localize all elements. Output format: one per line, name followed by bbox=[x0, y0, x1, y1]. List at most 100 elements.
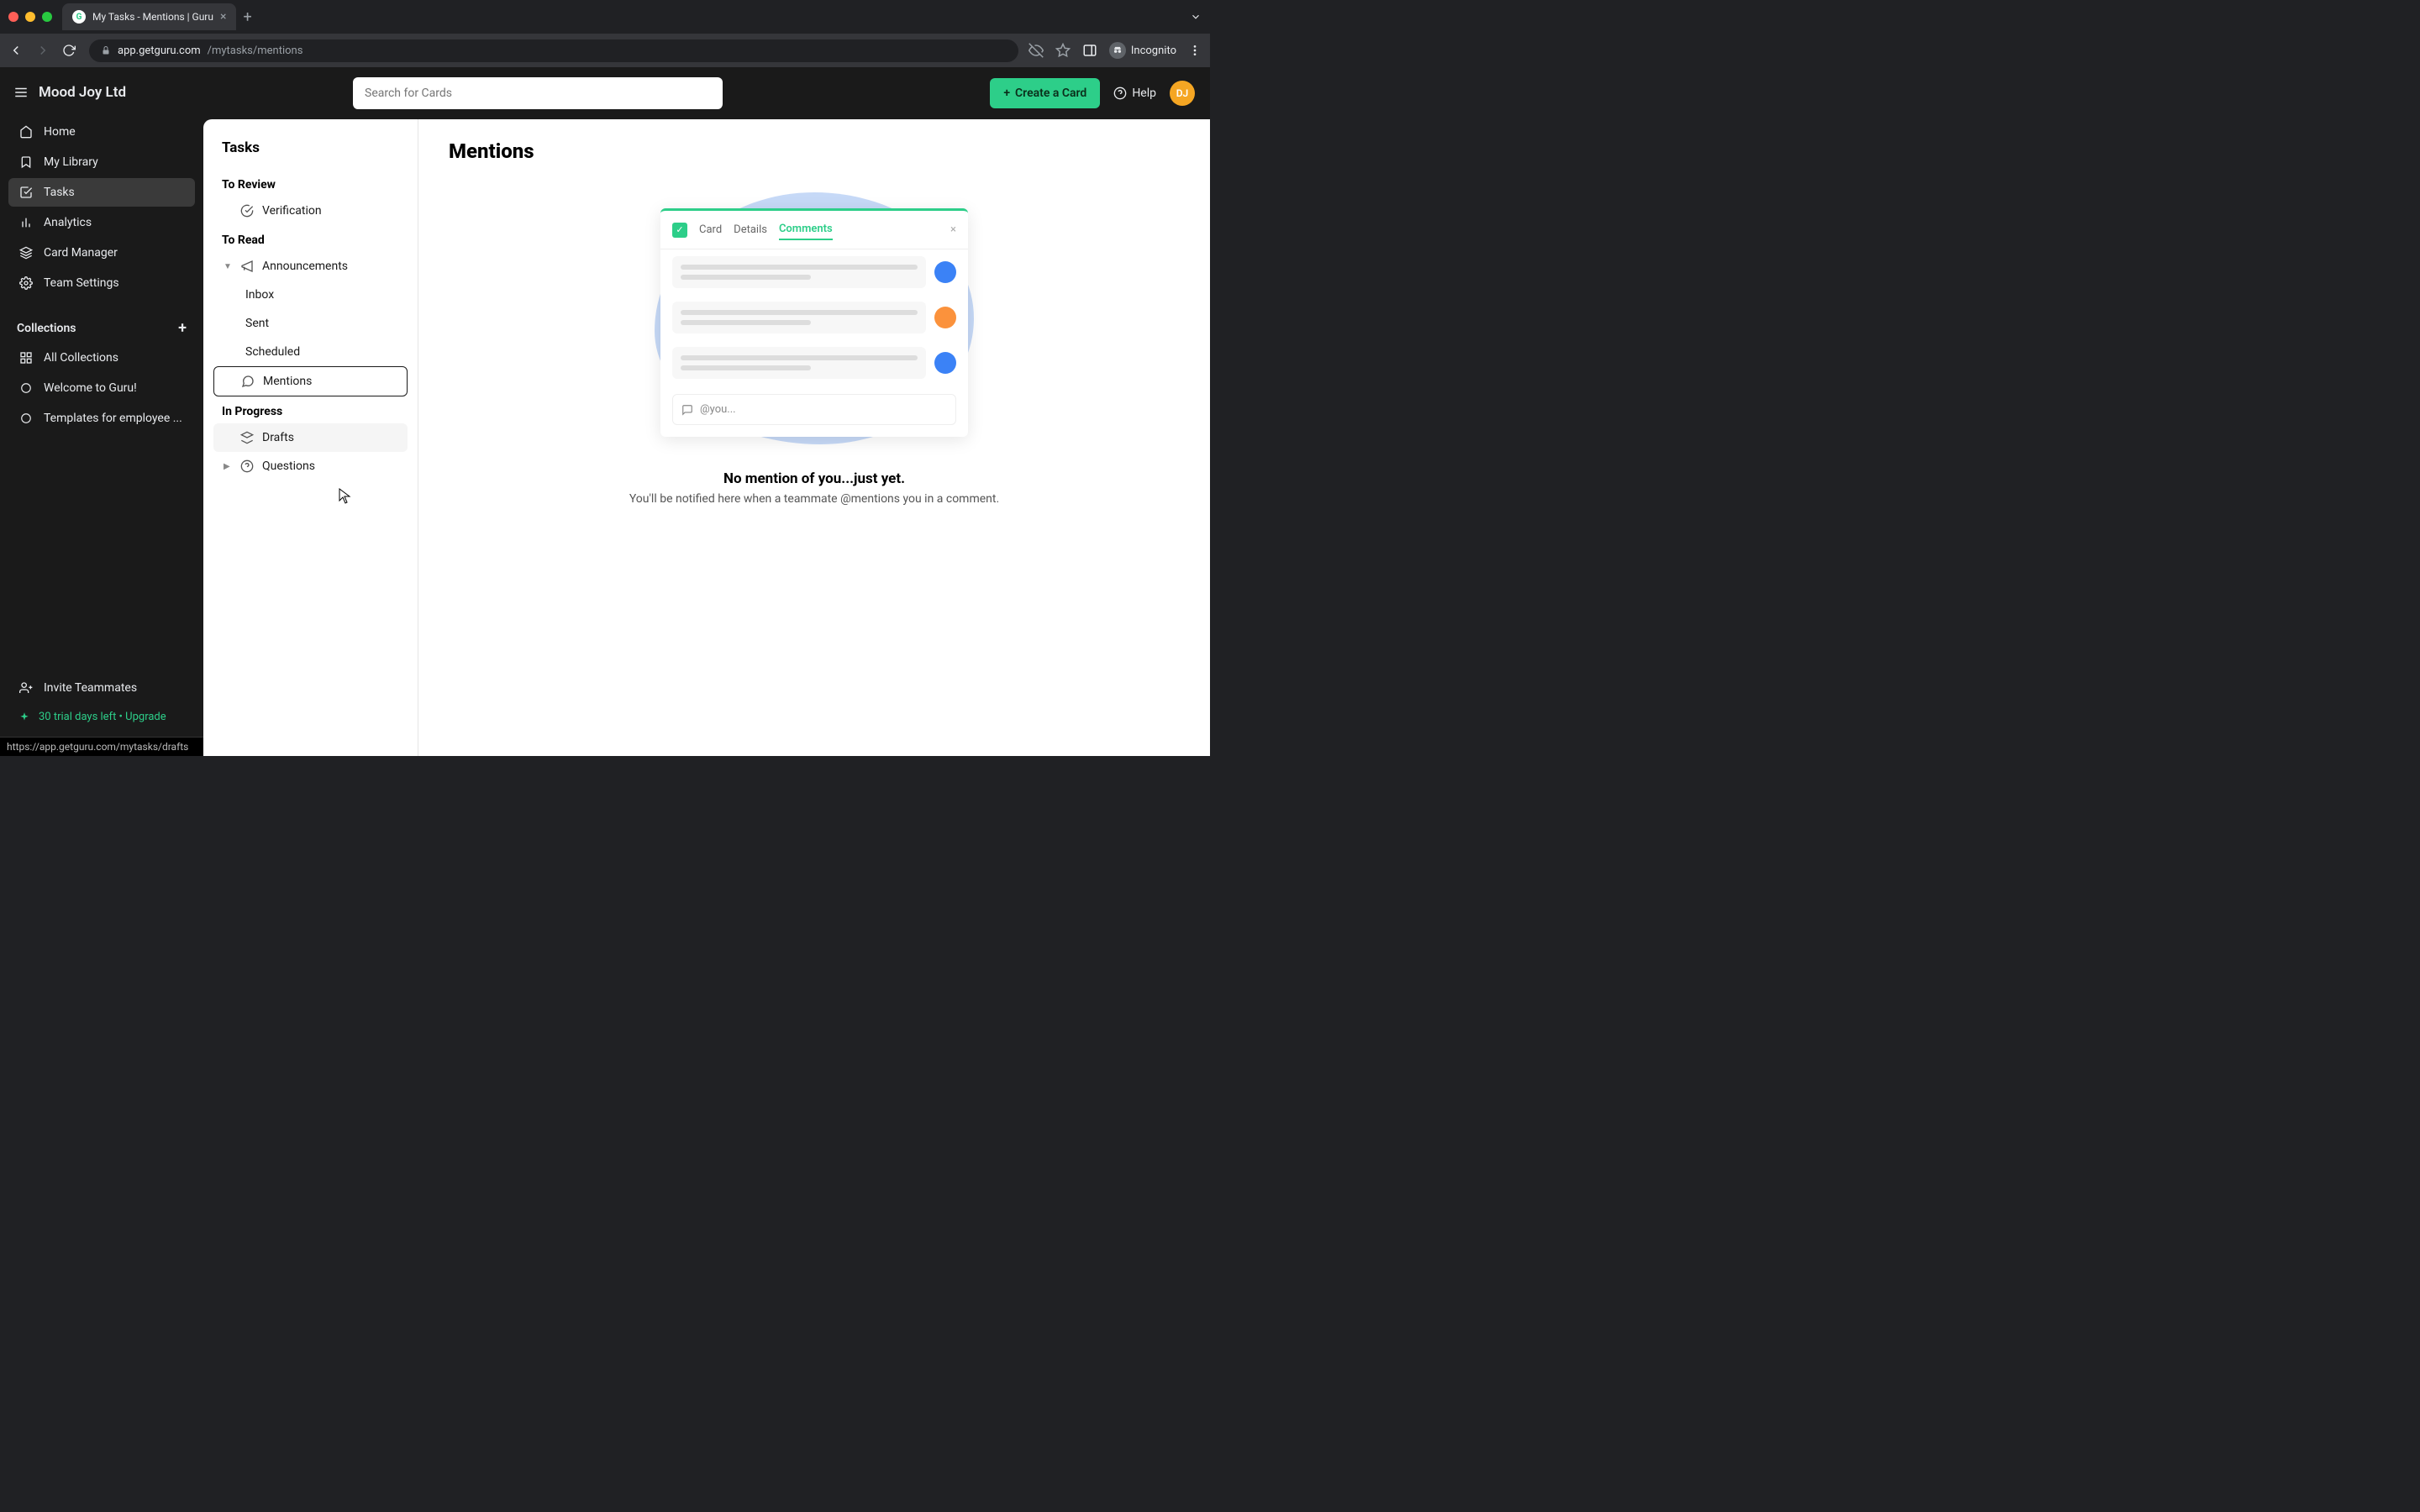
illus-header: ✓ Card Details Comments × bbox=[660, 211, 968, 249]
grid-icon bbox=[18, 351, 34, 365]
check-icon bbox=[18, 186, 34, 199]
task-label: Sent bbox=[245, 317, 269, 330]
gear-icon bbox=[18, 276, 34, 290]
empty-body: You'll be notified here when a teammate … bbox=[629, 492, 999, 506]
illus-close-icon: × bbox=[950, 223, 956, 236]
app-main: + Create a Card Help DJ Tasks To Review bbox=[203, 67, 1210, 756]
browser-toolbar: app.getguru.com/mytasks/mentions Incogni… bbox=[0, 34, 1210, 67]
add-collection-icon[interactable]: + bbox=[178, 319, 187, 337]
caret-right-icon[interactable]: ▶ bbox=[224, 462, 232, 471]
tasks-title: Tasks bbox=[213, 139, 408, 170]
illus-comment bbox=[660, 295, 968, 340]
sidebar-item-library[interactable]: My Library bbox=[8, 148, 195, 176]
tasks-panel: Tasks To Review Verification To Read ▼ A… bbox=[203, 119, 418, 756]
task-item-inbox[interactable]: Inbox bbox=[213, 281, 408, 309]
empty-state: ✓ Card Details Comments × bbox=[449, 188, 1180, 506]
new-tab-button[interactable]: + bbox=[243, 8, 251, 26]
home-icon bbox=[18, 125, 34, 139]
create-card-button[interactable]: + Create a Card bbox=[990, 78, 1100, 108]
section-to-review: To Review bbox=[213, 170, 408, 197]
panel-icon[interactable] bbox=[1082, 43, 1097, 58]
app-root: Mood Joy Ltd Home My Library Tasks Analy… bbox=[0, 67, 1210, 756]
collections-list: All Collections Welcome to Guru! Templat… bbox=[0, 344, 203, 443]
invite-teammates-button[interactable]: Invite Teammates bbox=[8, 674, 195, 702]
sidebar-item-label: All Collections bbox=[44, 351, 118, 365]
invite-label: Invite Teammates bbox=[44, 681, 137, 695]
content-area: Tasks To Review Verification To Read ▼ A… bbox=[203, 119, 1210, 756]
sidebar-item-templates[interactable]: Templates for employee ... bbox=[8, 404, 195, 433]
search-input[interactable] bbox=[353, 77, 723, 109]
incognito-icon bbox=[1109, 42, 1126, 59]
reload-button[interactable] bbox=[62, 44, 79, 57]
kebab-menu-icon[interactable] bbox=[1188, 44, 1202, 57]
incognito-indicator[interactable]: Incognito bbox=[1109, 42, 1176, 59]
tabs-chevron-icon[interactable] bbox=[1190, 11, 1202, 23]
question-icon bbox=[240, 459, 254, 473]
task-item-sent[interactable]: Sent bbox=[213, 309, 408, 338]
tab-title: My Tasks - Mentions | Guru bbox=[92, 11, 213, 23]
sidebar-item-team-settings[interactable]: Team Settings bbox=[8, 269, 195, 297]
sidebar-item-tasks[interactable]: Tasks bbox=[8, 178, 195, 207]
minimize-window-button[interactable] bbox=[25, 12, 35, 22]
illus-tab-details: Details bbox=[734, 220, 767, 239]
sidebar-item-label: Analytics bbox=[44, 216, 92, 229]
sidebar-nav: Home My Library Tasks Analytics Card Man… bbox=[0, 109, 203, 307]
org-name: Mood Joy Ltd bbox=[39, 84, 126, 101]
task-item-mentions[interactable]: Mentions bbox=[213, 366, 408, 396]
maximize-window-button[interactable] bbox=[42, 12, 52, 22]
task-label: Drafts bbox=[262, 431, 294, 444]
sidebar-item-label: Card Manager bbox=[44, 246, 118, 260]
sidebar-item-analytics[interactable]: Analytics bbox=[8, 208, 195, 237]
sidebar-item-home[interactable]: Home bbox=[8, 118, 195, 146]
analytics-icon bbox=[18, 216, 34, 229]
section-in-progress: In Progress bbox=[213, 396, 408, 423]
primary-sidebar: Mood Joy Ltd Home My Library Tasks Analy… bbox=[0, 67, 203, 756]
illus-comment bbox=[660, 340, 968, 386]
window-controls bbox=[8, 12, 52, 22]
sidebar-item-all-collections[interactable]: All Collections bbox=[8, 344, 195, 372]
collections-header: Collections + bbox=[0, 307, 203, 344]
sidebar-item-welcome[interactable]: Welcome to Guru! bbox=[8, 374, 195, 402]
url-host: app.getguru.com bbox=[118, 45, 201, 57]
circle-icon bbox=[18, 412, 34, 424]
help-button[interactable]: Help bbox=[1113, 87, 1156, 100]
eye-off-icon[interactable] bbox=[1028, 43, 1044, 58]
mentions-main: Mentions ✓ Card Details Comments × bbox=[418, 119, 1210, 756]
check-square-icon: ✓ bbox=[672, 223, 687, 238]
task-label: Verification bbox=[262, 204, 322, 218]
search-container bbox=[353, 77, 723, 109]
back-button[interactable] bbox=[8, 43, 25, 58]
task-item-verification[interactable]: Verification bbox=[213, 197, 408, 225]
forward-button[interactable] bbox=[35, 43, 52, 58]
star-icon[interactable] bbox=[1055, 43, 1071, 58]
task-label: Scheduled bbox=[245, 345, 300, 359]
browser-tab-strip: G My Tasks - Mentions | Guru × + bbox=[0, 0, 1210, 34]
trial-upgrade-link[interactable]: 30 trial days left • Upgrade bbox=[8, 704, 195, 730]
illus-tab-comments: Comments bbox=[779, 219, 833, 240]
comment-bubble bbox=[672, 347, 926, 379]
hamburger-icon[interactable] bbox=[13, 85, 29, 100]
comment-bubble bbox=[672, 302, 926, 333]
browser-tab[interactable]: G My Tasks - Mentions | Guru × bbox=[62, 3, 236, 30]
sidebar-item-card-manager[interactable]: Card Manager bbox=[8, 239, 195, 267]
toolbar-icons: Incognito bbox=[1028, 42, 1202, 59]
sidebar-item-label: My Library bbox=[44, 155, 98, 169]
user-avatar[interactable]: DJ bbox=[1170, 81, 1195, 106]
avatar-icon bbox=[934, 261, 956, 283]
reply-placeholder: @you... bbox=[700, 403, 736, 416]
close-tab-icon[interactable]: × bbox=[220, 10, 226, 24]
lock-icon bbox=[101, 45, 111, 55]
task-item-announcements[interactable]: ▼ Announcements bbox=[213, 252, 408, 281]
comment-bubble bbox=[672, 256, 926, 288]
address-bar[interactable]: app.getguru.com/mytasks/mentions bbox=[89, 39, 1018, 62]
megaphone-icon bbox=[240, 260, 254, 273]
illus-tab-card: Card bbox=[699, 220, 722, 239]
close-window-button[interactable] bbox=[8, 12, 18, 22]
caret-down-icon[interactable]: ▼ bbox=[224, 262, 232, 271]
trial-label: 30 trial days left • Upgrade bbox=[39, 711, 166, 723]
task-item-drafts[interactable]: Drafts bbox=[213, 423, 408, 452]
task-label: Inbox bbox=[245, 288, 274, 302]
task-item-questions[interactable]: ▶ Questions bbox=[213, 452, 408, 480]
task-item-scheduled[interactable]: Scheduled bbox=[213, 338, 408, 366]
url-path: /mytasks/mentions bbox=[208, 45, 303, 57]
